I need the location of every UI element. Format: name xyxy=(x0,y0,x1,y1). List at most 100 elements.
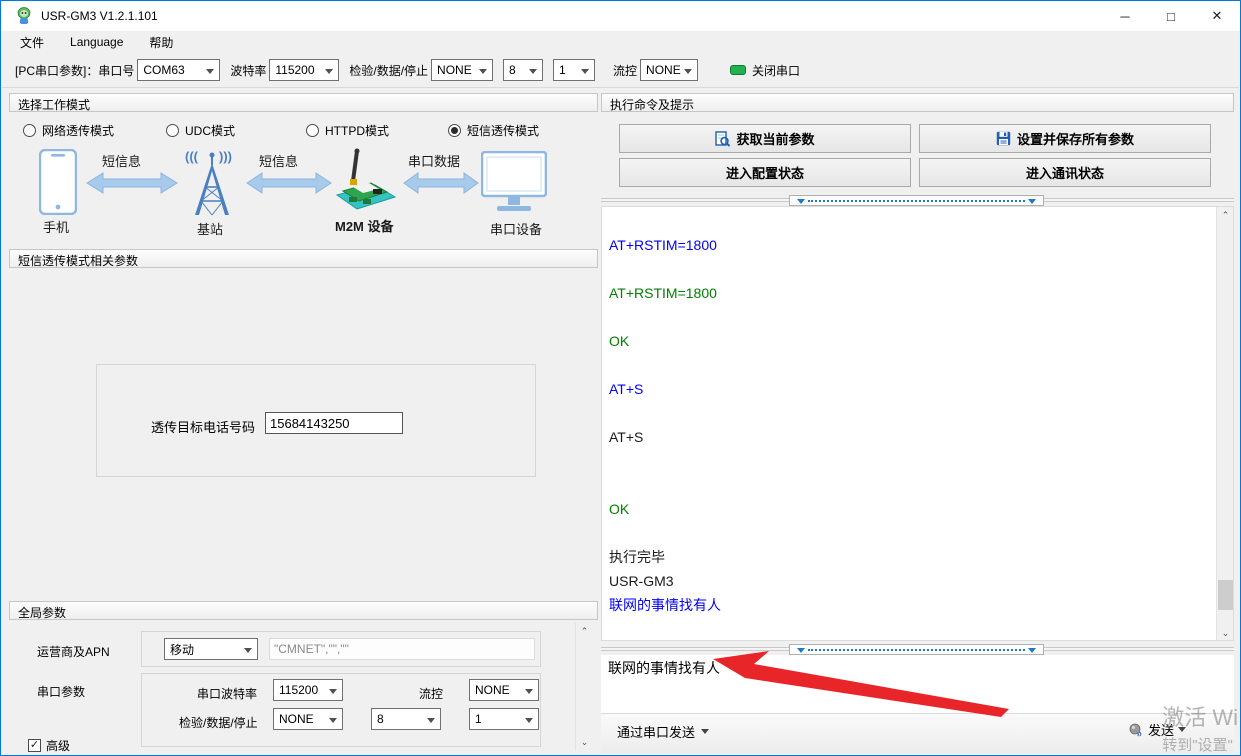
chevron-down-icon xyxy=(329,689,337,694)
enter-config-button[interactable]: 进入配置状态 xyxy=(619,158,911,187)
chevron-down-icon xyxy=(684,69,692,74)
close-port-button[interactable]: 关闭串口 xyxy=(752,62,800,79)
radio-icon xyxy=(448,124,461,137)
target-phone-label: 透传目标电话号码 xyxy=(151,417,255,436)
target-phone-input[interactable]: 15684143250 xyxy=(265,412,403,434)
radio-icon xyxy=(166,124,179,137)
monitor-icon xyxy=(481,151,547,213)
menu-file[interactable]: 文件 xyxy=(20,34,44,51)
serial-device-label: 串口设备 xyxy=(490,219,542,238)
radio-sms-transparent[interactable]: 短信透传模式 xyxy=(448,122,539,139)
speaker-icon xyxy=(1129,722,1144,737)
scroll-thumb[interactable] xyxy=(1218,580,1233,610)
baud-label: 波特率 xyxy=(230,62,266,79)
pc-serial-label: [PC串口参数]：串口号 xyxy=(15,62,134,79)
log-scrollbar[interactable]: ⌃ ⌄ xyxy=(1216,207,1233,641)
chevron-down-icon xyxy=(329,718,337,723)
log-line: 联网的事情找有人 xyxy=(609,595,1233,619)
send-via-serial-dropdown[interactable]: 通过串口发送 xyxy=(617,722,709,741)
menu-help[interactable]: 帮助 xyxy=(149,34,173,51)
checkbox-icon: ✓ xyxy=(28,739,41,752)
phone-icon xyxy=(39,149,77,215)
command-log[interactable]: AT+RSTIM=1800 AT+RSTIM=1800 OK AT+S AT+S… xyxy=(601,206,1234,641)
flow-select[interactable]: NONE xyxy=(640,59,698,81)
chevron-down-icon xyxy=(244,648,252,653)
enter-comm-button[interactable]: 进入通讯状态 xyxy=(919,158,1211,187)
minimize-button[interactable]: ─ xyxy=(1102,1,1148,31)
serial-baud-select[interactable]: 115200 xyxy=(273,679,343,701)
splitter-dots xyxy=(808,200,1025,202)
menu-language[interactable]: Language xyxy=(70,35,123,49)
advanced-label: 高级 xyxy=(46,737,70,754)
triangle-down-icon xyxy=(1028,648,1036,653)
chevron-down-icon xyxy=(581,69,589,74)
global-parity-label: 检验/数据/停止 xyxy=(179,714,258,731)
scroll-down-icon[interactable]: ⌄ xyxy=(576,734,593,751)
log-line: OK xyxy=(609,331,1233,355)
parity-select[interactable]: NONE xyxy=(431,59,493,81)
menu-bar: 文件 Language 帮助 xyxy=(2,31,1239,53)
chevron-down-icon xyxy=(529,69,537,74)
parity-label: 检验/数据/停止 xyxy=(349,62,428,79)
get-params-button[interactable]: 获取当前参数 xyxy=(619,124,911,153)
chevron-down-icon xyxy=(701,729,709,734)
global-parity-select[interactable]: NONE xyxy=(273,708,343,730)
work-mode-header: 选择工作模式 xyxy=(9,93,598,112)
radio-udc-mode[interactable]: UDC模式 xyxy=(166,122,235,139)
log-line: 执行完毕 xyxy=(609,547,1233,571)
close-button[interactable]: ✕ xyxy=(1194,1,1240,31)
log-line: USR-GM3 xyxy=(609,571,1233,595)
global-databits-select[interactable]: 8 xyxy=(371,708,441,730)
link3-label: 串口数据 xyxy=(408,151,460,170)
radio-icon xyxy=(306,124,319,137)
log-line: AT+S xyxy=(609,427,1233,451)
apn-label: 运营商及APN xyxy=(37,643,110,660)
global-flow-label: 流控 xyxy=(419,685,443,702)
radio-net-transparent[interactable]: 网络透传模式 xyxy=(23,122,114,139)
send-button[interactable]: 发送 xyxy=(1129,720,1186,739)
chevron-down-icon xyxy=(479,69,487,74)
com-port-select[interactable]: COM63 xyxy=(137,59,220,81)
operator-select[interactable]: 移动 xyxy=(164,638,258,660)
global-stopbits-select[interactable]: 1 xyxy=(469,708,539,730)
receive-text: 联网的事情找有人 xyxy=(608,658,720,678)
log-splitter-top[interactable] xyxy=(601,195,1234,206)
flow-label: 流控 xyxy=(613,62,637,79)
double-arrow-icon xyxy=(86,171,178,195)
serial-toolbar: [PC串口参数]：串口号 COM63 波特率 115200 检验/数据/停止 N… xyxy=(2,53,1239,88)
baud-select[interactable]: 115200 xyxy=(269,59,339,81)
global-params-scrollbar[interactable]: ⌃ ⌄ xyxy=(575,623,592,751)
stop-bits-select[interactable]: 1 xyxy=(553,59,595,81)
svg-text:(((: ((( xyxy=(185,149,199,164)
chevron-down-icon xyxy=(1178,727,1186,732)
sms-params-header: 短信透传模式相关参数 xyxy=(9,249,598,268)
chevron-down-icon xyxy=(525,689,533,694)
triangle-down-icon xyxy=(797,199,805,204)
global-params-header: 全局参数 xyxy=(9,601,598,620)
radio-icon xyxy=(23,124,36,137)
advanced-checkbox[interactable]: ✓ 高级 xyxy=(28,737,70,754)
scroll-down-icon[interactable]: ⌄ xyxy=(1217,625,1234,641)
triangle-down-icon xyxy=(1028,199,1036,204)
data-bits-select[interactable]: 8 xyxy=(503,59,543,81)
link2-label: 短信息 xyxy=(259,151,298,170)
maximize-button[interactable]: □ xyxy=(1148,1,1194,31)
phone-label: 手机 xyxy=(43,217,69,236)
splitter-collapse-control[interactable] xyxy=(789,195,1044,206)
port-status-led-icon xyxy=(730,65,746,75)
log-line: AT+RSTIM=1800 xyxy=(609,235,1233,259)
scroll-up-icon[interactable]: ⌃ xyxy=(1217,207,1234,224)
base-station-icon: ((( ))) xyxy=(183,147,241,217)
scroll-up-icon[interactable]: ⌃ xyxy=(576,623,593,640)
global-flow-select[interactable]: NONE xyxy=(469,679,539,701)
command-panel-header: 执行命令及提示 xyxy=(601,93,1234,112)
set-save-params-button[interactable]: 设置并保存所有参数 xyxy=(919,124,1211,153)
chevron-down-icon xyxy=(325,69,333,74)
serial-baud-label: 串口波特率 xyxy=(197,685,257,702)
chevron-down-icon xyxy=(206,69,214,74)
apn-input[interactable]: "CMNET","","" xyxy=(269,638,535,660)
chevron-down-icon xyxy=(427,718,435,723)
chevron-down-icon xyxy=(525,718,533,723)
app-logo-icon xyxy=(15,7,33,25)
radio-httpd-mode[interactable]: HTTPD模式 xyxy=(306,122,389,139)
